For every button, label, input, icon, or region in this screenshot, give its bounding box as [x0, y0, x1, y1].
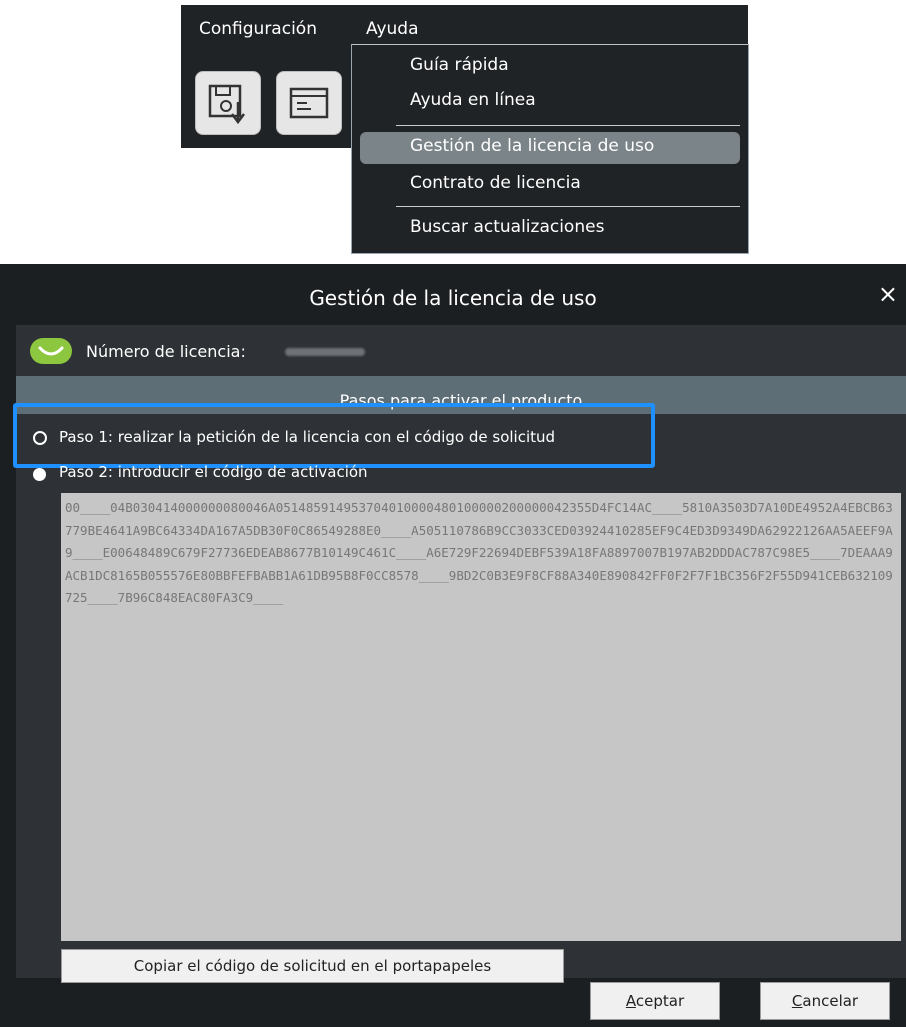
cancel-label: ancelar — [802, 992, 859, 1010]
ayuda-dropdown-menu: Guía rápida Ayuda en línea Gestión de la… — [351, 44, 749, 254]
cancel-mnemonic: C — [791, 992, 803, 1010]
license-dialog: Gestión de la licencia de uso × Número d… — [0, 264, 906, 1027]
menu-item-contrato-licencia[interactable]: Contrato de licencia — [410, 173, 581, 193]
menu-item-guia-rapida[interactable]: Guía rápida — [410, 55, 509, 75]
license-number-label: Número de licencia: — [86, 342, 246, 361]
menu-configuracion[interactable]: Configuración — [199, 19, 317, 39]
copy-request-code-button[interactable]: Copiar el código de solicitud en el port… — [61, 949, 564, 983]
cancel-button[interactable]: Cancelar — [760, 982, 890, 1020]
license-status-icon — [30, 338, 72, 364]
form-window-icon — [289, 87, 329, 119]
menu-separator — [396, 206, 740, 207]
save-export-icon — [208, 84, 245, 125]
license-number-value — [285, 348, 365, 356]
menu-item-buscar-actualizaciones[interactable]: Buscar actualizaciones — [410, 217, 604, 237]
close-icon[interactable]: × — [878, 280, 898, 308]
menu-separator — [396, 125, 740, 126]
menu-item-ayuda-en-linea[interactable]: Ayuda en línea — [410, 90, 536, 110]
request-code-textarea[interactable]: 00____04B030414000000080046A051485914953… — [61, 493, 901, 941]
accept-button[interactable]: Aceptar — [590, 982, 720, 1020]
step2-label[interactable]: Paso 2: introducir el código de activaci… — [59, 463, 368, 481]
save-export-button[interactable] — [195, 71, 261, 135]
form-window-button[interactable] — [276, 71, 342, 135]
dialog-title: Gestión de la licencia de uso — [309, 286, 597, 310]
accept-label: ceptar — [635, 992, 685, 1010]
step1-highlight-box — [13, 403, 655, 468]
smile-icon — [38, 346, 64, 356]
menu-item-gestion-licencia[interactable]: Gestión de la licencia de uso — [410, 136, 654, 156]
step2-radio[interactable] — [33, 468, 46, 481]
menu-ayuda[interactable]: Ayuda — [366, 19, 419, 39]
accept-mnemonic: A — [625, 992, 636, 1010]
